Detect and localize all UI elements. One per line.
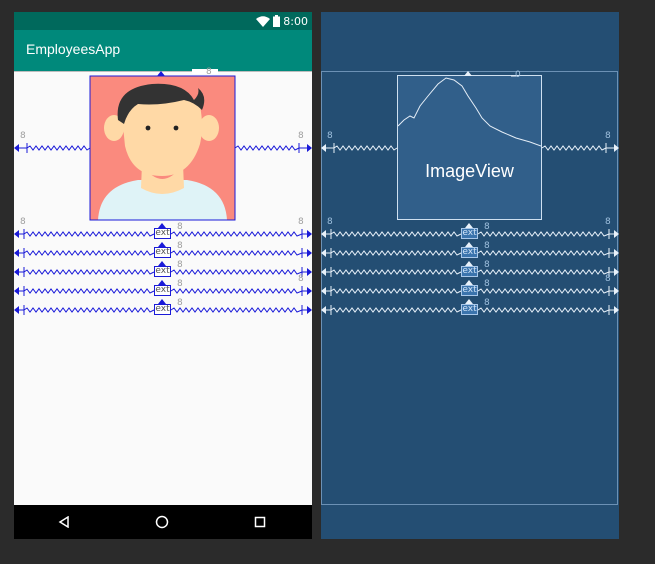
textview-1[interactable]: ext: [154, 228, 171, 239]
margin-label: 8: [206, 67, 212, 77]
margin-label: 8: [177, 222, 183, 232]
employee-avatar-image[interactable]: [90, 76, 235, 220]
margin-label: 8: [484, 279, 490, 289]
margin-label: 8: [327, 131, 333, 141]
status-bar: 8:00: [14, 12, 312, 30]
margin-label: 8: [484, 222, 490, 232]
status-time: 8:00: [283, 14, 308, 28]
blueprint-image-view[interactable]: ImageView: [397, 75, 542, 220]
margin-label: 8: [177, 241, 183, 251]
margin-label: 8: [298, 131, 304, 141]
margin-label: 8: [605, 131, 611, 141]
textview-2[interactable]: ext: [154, 247, 171, 258]
margin-label: 8: [484, 241, 490, 251]
margin-label: 8: [484, 298, 490, 308]
recents-square-icon: [254, 516, 266, 528]
blueprint-textview-5[interactable]: ext: [461, 304, 478, 315]
back-triangle-icon: [58, 516, 69, 528]
design-preview: 8:00 EmployeesApp ext ext ext ext ext 8 …: [14, 12, 312, 539]
battery-icon: [273, 15, 281, 27]
textview-3[interactable]: ext: [154, 266, 171, 277]
margin-label: 8: [177, 298, 183, 308]
margin-label: 8: [298, 217, 304, 227]
wifi-icon: [256, 15, 271, 27]
textview-4[interactable]: ext: [154, 285, 171, 296]
margin-label: 8: [327, 217, 333, 227]
image-placeholder-graph: [398, 77, 541, 147]
margin-label: 0: [515, 70, 521, 80]
blueprint-textview-2[interactable]: ext: [461, 247, 478, 258]
nav-back-button[interactable]: [44, 505, 84, 539]
navigation-bar: [14, 505, 312, 539]
blueprint-textview-4[interactable]: ext: [461, 285, 478, 296]
home-circle-icon: [155, 515, 169, 529]
margin-label: 8: [20, 131, 26, 141]
app-title: EmployeesApp: [26, 41, 121, 57]
margin-label: 8: [298, 274, 304, 284]
margin-label: 8: [605, 274, 611, 284]
margin-label: 8: [605, 217, 611, 227]
app-bar: EmployeesApp: [14, 30, 312, 71]
blueprint-preview: ImageView ext ext ext ext ext 8 8 0 8 8 …: [321, 12, 619, 539]
margin-label: 8: [20, 217, 26, 227]
margin-label: 8: [177, 279, 183, 289]
margin-label: 8: [484, 260, 490, 270]
image-view-label: ImageView: [425, 161, 514, 181]
textview-5[interactable]: ext: [154, 304, 171, 315]
blueprint-textview-1[interactable]: ext: [461, 228, 478, 239]
nav-home-button[interactable]: [142, 505, 182, 539]
content-top-border: [14, 71, 312, 72]
nav-recents-button[interactable]: [240, 505, 280, 539]
margin-label: 8: [177, 260, 183, 270]
blueprint-textview-3[interactable]: ext: [461, 266, 478, 277]
